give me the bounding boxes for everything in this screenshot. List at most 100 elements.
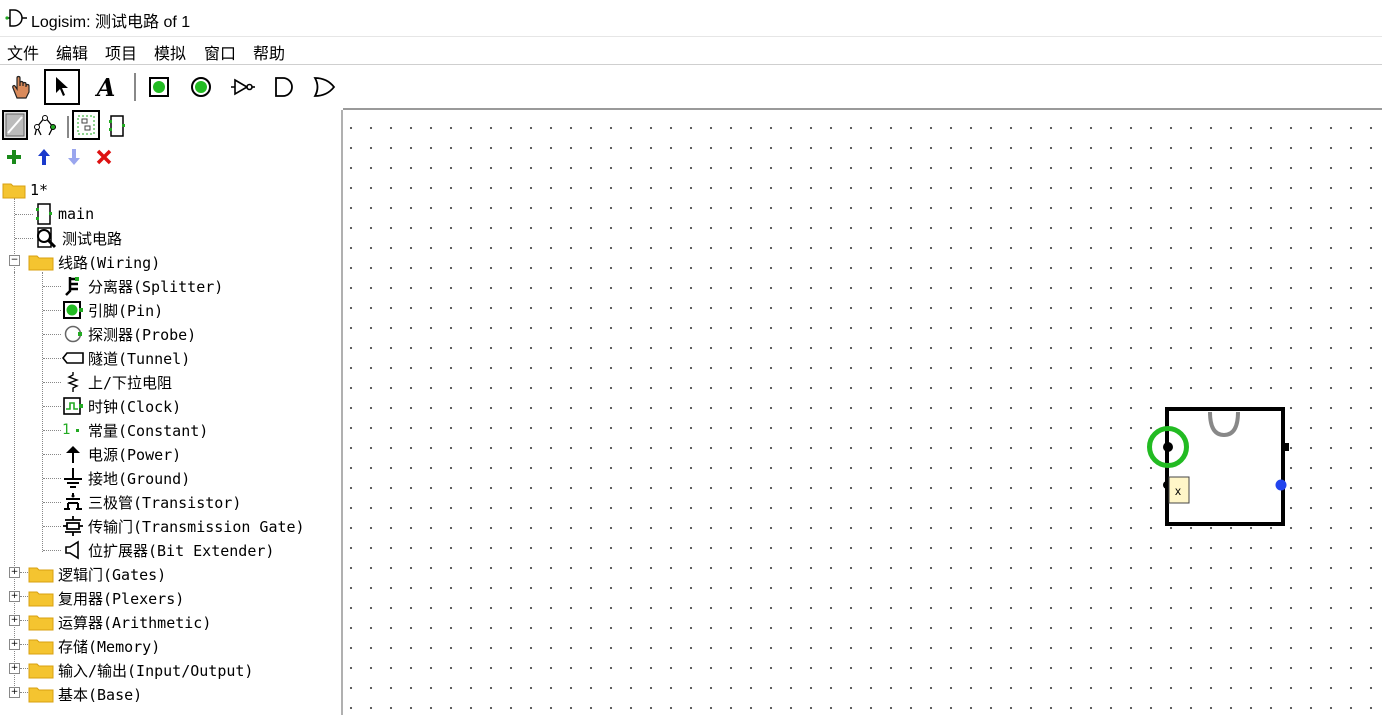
tree-item-power[interactable]: 电源(Power): [62, 442, 181, 466]
expand-toggle[interactable]: +: [9, 591, 20, 602]
tree-project-root[interactable]: 1*: [2, 178, 48, 202]
tree-item-transistor[interactable]: 三极管(Transistor): [62, 490, 241, 514]
select-tool-button[interactable]: [44, 69, 80, 105]
tree-item-tunnel[interactable]: 隧道(Tunnel): [62, 346, 190, 370]
tree-line: [43, 526, 61, 527]
menu-help[interactable]: 帮助: [253, 40, 285, 64]
edit-layout-button[interactable]: [72, 110, 100, 140]
power-icon: [66, 446, 80, 463]
appearance-icon: [109, 115, 125, 137]
not-gate-icon: [231, 78, 255, 96]
explorer-toolbar: [0, 110, 341, 142]
tree-folder-base[interactable]: 基本(Base): [28, 682, 142, 706]
circuit-canvas[interactable]: x: [343, 110, 1382, 715]
tree-item-probe[interactable]: 探测器(Probe): [62, 322, 196, 346]
tree-node-label: 引脚(Pin): [88, 301, 164, 320]
simulation-tree-icon: [34, 115, 56, 136]
tree-line: [20, 596, 28, 597]
explorer-toolbar-separator: [67, 116, 69, 138]
tree-line: [43, 454, 61, 455]
transmission-gate-icon: [63, 516, 83, 536]
edit-appearance-button[interactable]: [104, 112, 130, 140]
text-a-icon: A: [96, 72, 116, 102]
tree-folder-wiring[interactable]: 线路(Wiring): [28, 250, 160, 274]
menu-project[interactable]: 项目: [105, 40, 137, 64]
tree-folder-plexers[interactable]: 复用器(Plexers): [28, 586, 184, 610]
delete-circuit-button[interactable]: [95, 148, 113, 166]
expand-toggle[interactable]: +: [9, 663, 20, 674]
tree-item-ground[interactable]: 接地(Ground): [62, 466, 190, 490]
not-gate-tool-button[interactable]: [225, 69, 261, 105]
or-gate-tool-button[interactable]: [306, 69, 342, 105]
expand-toggle[interactable]: +: [9, 567, 20, 578]
tree-item-transmission-gate[interactable]: 传输门(Transmission Gate): [62, 514, 305, 538]
tree-node-label: 传输门(Transmission Gate): [88, 517, 305, 536]
hand-icon: [12, 75, 30, 99]
tree-node-label: 接地(Ground): [88, 469, 191, 488]
tree-item-constant[interactable]: 1 常量(Constant): [62, 418, 208, 442]
main-toolbar: A: [0, 65, 1382, 110]
tree-line: [43, 478, 61, 479]
expand-toggle[interactable]: +: [9, 615, 20, 626]
folder-icon: [28, 591, 54, 607]
folder-icon: [28, 639, 54, 655]
tree-circuit-test[interactable]: 测试电路: [34, 226, 122, 250]
toolbox-view-button[interactable]: [2, 110, 28, 140]
tree-folder-gates[interactable]: 逻辑门(Gates): [28, 562, 166, 586]
simulation-view-button[interactable]: [32, 114, 58, 138]
tree-folder-memory[interactable]: 存储(Memory): [28, 634, 160, 658]
arrow-cursor-icon: [56, 77, 68, 96]
magnifier-circuit-icon: [37, 227, 57, 249]
tree-item-splitter[interactable]: 分离器(Splitter): [62, 274, 223, 298]
layout-icon: [77, 115, 95, 135]
red-x-icon: [96, 149, 112, 165]
tree-line: [20, 644, 28, 645]
collapse-toggle[interactable]: −: [9, 255, 20, 266]
tree-item-clock[interactable]: 时钟(Clock): [62, 394, 181, 418]
menu-file[interactable]: 文件: [7, 40, 39, 64]
tree-line: [43, 358, 61, 359]
tree-folder-arithmetic[interactable]: 运算器(Arithmetic): [28, 610, 211, 634]
input-pin-tool-button[interactable]: [141, 69, 177, 105]
expand-toggle[interactable]: +: [9, 687, 20, 698]
tree-node-label: 隧道(Tunnel): [88, 349, 191, 368]
ground-icon: [64, 468, 82, 488]
tree-folder-io[interactable]: 输入/输出(Input/Output): [28, 658, 253, 682]
menu-edit[interactable]: 编辑: [56, 40, 88, 64]
add-circuit-button[interactable]: [5, 148, 23, 166]
poke-tool-button[interactable]: [3, 69, 39, 105]
folder-icon: [28, 567, 54, 583]
title-bar: Logisim: 测试电路 of 1: [0, 0, 1382, 37]
tree-item-pin[interactable]: 引脚(Pin): [62, 298, 163, 322]
move-down-button[interactable]: [65, 148, 83, 166]
tree-node-label: 存储(Memory): [58, 637, 161, 656]
menu-simulate[interactable]: 模拟: [154, 40, 186, 64]
tree-item-bit-extender[interactable]: 位扩展器(Bit Extender): [62, 538, 274, 562]
tree-item-pull-resistor[interactable]: 上/下拉电阻: [62, 370, 172, 394]
tree-line: [15, 238, 33, 239]
tree-node-label: main: [58, 205, 95, 223]
tree-node-label: 电源(Power): [88, 445, 182, 464]
tree-node-label: 逻辑门(Gates): [58, 565, 167, 584]
subcircuit-appearance[interactable]: [1140, 400, 1310, 540]
tree-circuit-main[interactable]: main: [34, 202, 94, 226]
tree-node-label: 上/下拉电阻: [88, 373, 173, 392]
tree-line: [42, 272, 43, 552]
tree-node-label: 时钟(Clock): [88, 397, 182, 416]
transistor-icon: [64, 493, 82, 510]
output-pin-tool-button[interactable]: [183, 69, 219, 105]
pin-icon: [63, 301, 83, 319]
and-gate-tool-button[interactable]: [265, 69, 301, 105]
folder-icon: [28, 615, 54, 631]
expand-toggle[interactable]: +: [9, 639, 20, 650]
text-tool-button[interactable]: A: [88, 69, 124, 105]
tree-line: [43, 334, 61, 335]
circuit-actions-bar: [0, 146, 341, 168]
tunnel-icon: [62, 352, 84, 364]
folder-icon: [28, 687, 54, 703]
tree-node-label: 常量(Constant): [88, 421, 209, 440]
arrow-up-icon: [38, 149, 50, 165]
move-up-button[interactable]: [35, 148, 53, 166]
menu-window[interactable]: 窗口: [204, 40, 236, 64]
tree-line: [43, 430, 61, 431]
